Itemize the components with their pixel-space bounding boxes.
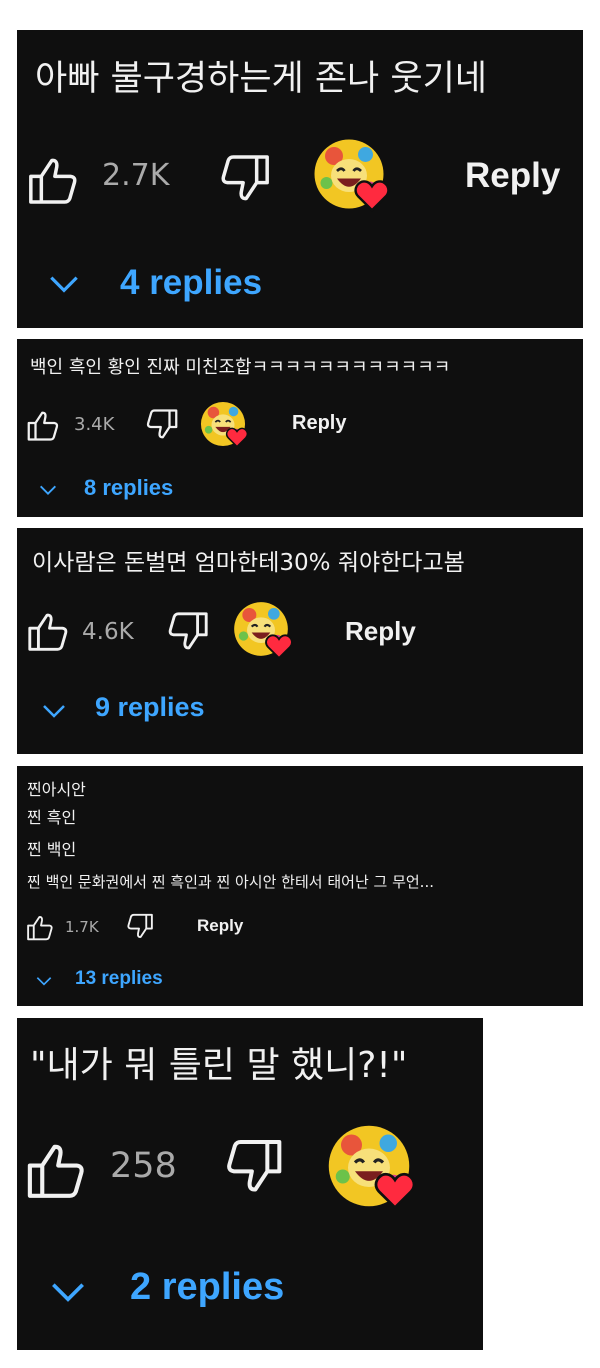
comment-card: "내가 뭐 틀린 말 했니?!" 258 2 replies [17, 1018, 483, 1350]
comment-text: 이사람은 돈벌면 엄마한테30% 줘야한다고봄 [32, 550, 465, 576]
comment-line: 찐아시안 [27, 780, 86, 799]
comment-text: 백인 흑인 황인 진짜 미친조합ㅋㅋㅋㅋㅋㅋㅋㅋㅋㅋㅋㅋ [30, 357, 451, 378]
thumbs-down-icon[interactable] [222, 1134, 286, 1198]
thumbs-down-icon[interactable] [125, 911, 155, 941]
comment-card: 이사람은 돈벌면 엄마한테30% 줘야한다고봄 4.6K Reply 9 rep… [17, 528, 583, 754]
heart-icon [353, 176, 391, 214]
thumbs-up-icon[interactable] [25, 609, 71, 655]
comment-card: 찐아시안 찐 흑인 찐 백인 찐 백인 문화권에서 찐 흑인과 찐 아시안 한테… [17, 766, 583, 1006]
thumbs-up-icon[interactable] [25, 913, 55, 943]
like-count: 1.7K [65, 918, 99, 936]
comment-line: 찐 백인 [27, 840, 77, 859]
thumbs-up-icon[interactable] [25, 408, 61, 444]
screenshot: { "comments": [ { "text": "아빠 불구경하는게 존나 … [0, 0, 600, 1368]
heart-icon [373, 1168, 417, 1212]
chevron-down-icon[interactable] [37, 479, 59, 501]
like-count: 2.7K [102, 158, 170, 193]
thumbs-down-icon[interactable] [217, 150, 273, 206]
heart-icon [225, 425, 249, 449]
thumbs-up-icon[interactable] [25, 153, 81, 209]
comment-text: 아빠 불구경하는게 존나 웃기네 [35, 59, 487, 99]
creator-heart-badge [327, 1124, 419, 1216]
reply-button[interactable]: Reply [345, 616, 416, 647]
reply-button[interactable]: Reply [465, 156, 560, 196]
like-count: 258 [110, 1146, 177, 1186]
comment-line: 찐 흑인 [27, 808, 77, 827]
chevron-down-icon[interactable] [34, 971, 54, 991]
thumbs-up-icon[interactable] [23, 1138, 89, 1204]
reply-button[interactable]: Reply [197, 916, 243, 936]
view-replies-link[interactable]: 2 replies [130, 1266, 284, 1309]
like-count: 4.6K [82, 619, 134, 645]
thumbs-down-icon[interactable] [165, 608, 211, 654]
comment-card: 백인 흑인 황인 진짜 미친조합ㅋㅋㅋㅋㅋㅋㅋㅋㅋㅋㅋㅋ 3.4K Reply … [17, 339, 583, 517]
reply-button[interactable]: Reply [292, 412, 346, 435]
creator-heart-badge [200, 401, 250, 451]
comment-line: 찐 백인 문화권에서 찐 흑인과 찐 아시안 한테서 태어난 그 무언... [27, 873, 434, 891]
comment-text: "내가 뭐 틀린 말 했니?!" [30, 1045, 408, 1086]
creator-heart-badge [233, 601, 295, 663]
heart-icon [264, 631, 294, 661]
creator-heart-badge [313, 138, 391, 216]
view-replies-link[interactable]: 4 replies [120, 263, 262, 303]
view-replies-link[interactable]: 8 replies [84, 475, 173, 501]
chevron-down-icon[interactable] [46, 1270, 90, 1314]
view-replies-link[interactable]: 9 replies [95, 692, 205, 723]
view-replies-link[interactable]: 13 replies [75, 968, 163, 990]
chevron-down-icon[interactable] [45, 265, 83, 303]
comment-card: 아빠 불구경하는게 존나 웃기네 2.7K Reply 4 replies [17, 30, 583, 328]
chevron-down-icon[interactable] [39, 696, 69, 726]
like-count: 3.4K [74, 414, 115, 435]
thumbs-down-icon[interactable] [144, 406, 180, 442]
